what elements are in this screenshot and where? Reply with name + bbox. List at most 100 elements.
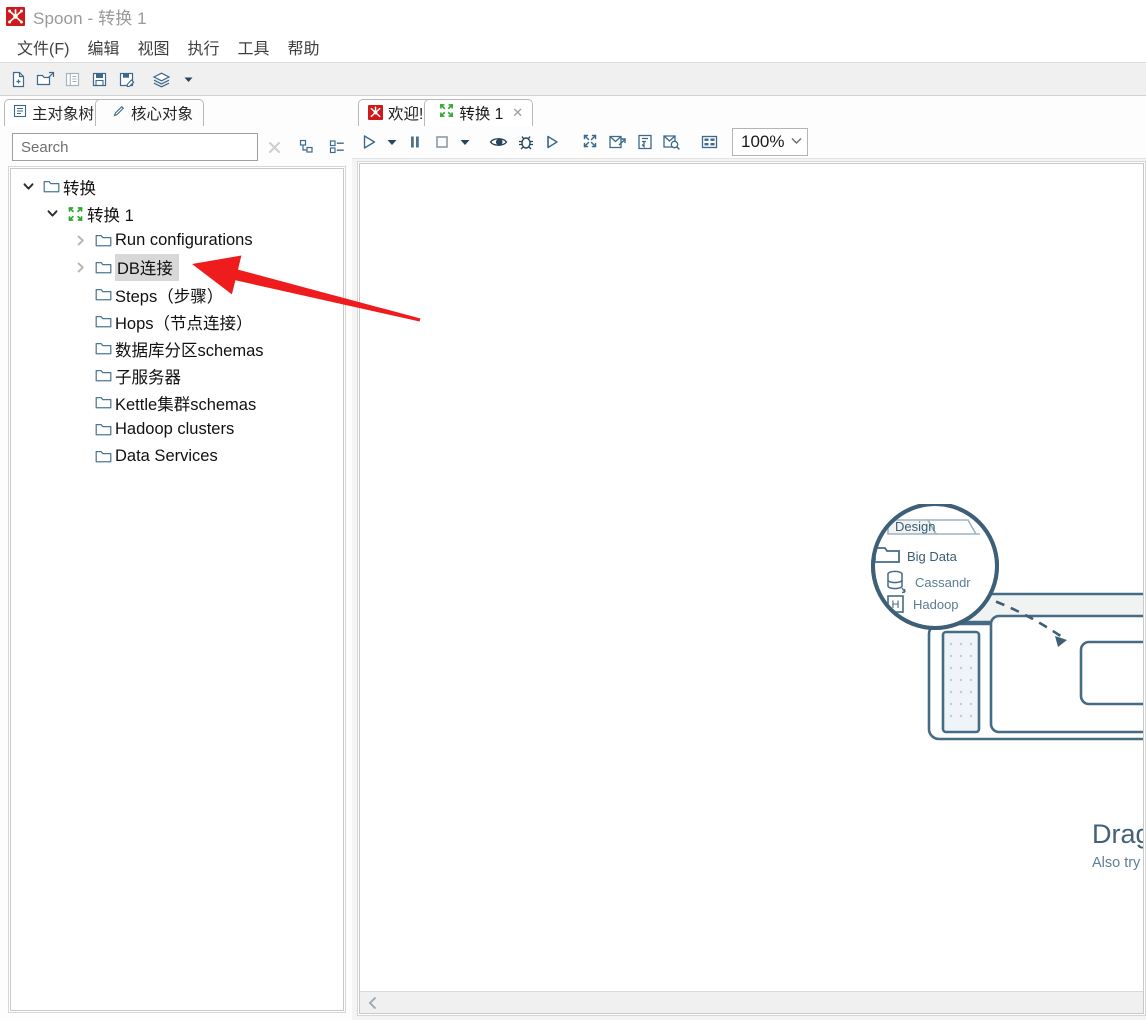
folder-icon: [91, 314, 115, 329]
menu-edit[interactable]: 编辑: [78, 33, 128, 61]
tree-item-label: 转换 1: [87, 206, 134, 225]
window-title-app: Spoon: [33, 8, 83, 28]
debug-icon[interactable]: [513, 130, 538, 155]
stop-dropdown-chevron-down-icon[interactable]: [456, 130, 473, 155]
zoom-level-selector[interactable]: 100%: [732, 128, 809, 156]
folder-icon: [91, 368, 115, 383]
db-explore-icon[interactable]: [659, 130, 684, 155]
run-icon[interactable]: [356, 130, 381, 155]
chevron-down-icon[interactable]: [176, 67, 200, 91]
tree-item[interactable]: Kettle集群schemas: [11, 389, 343, 416]
menu-view[interactable]: 视图: [128, 33, 178, 61]
title-bar: Spoon - 转换 1: [0, 0, 1146, 32]
pencil-icon: [112, 104, 126, 123]
expand-all-icon[interactable]: [298, 138, 316, 156]
search-input-wrapper[interactable]: [12, 133, 258, 161]
sidebar-panel: 主对象树 核心对象 Search 转换 转换 1 Run configurati…: [0, 96, 352, 1020]
tree-item-label: Data Services: [115, 447, 218, 465]
tree-item-label: 转换: [63, 179, 96, 198]
tab-transformation-1[interactable]: 转换 1 ✕: [424, 99, 534, 126]
close-icon[interactable]: ✕: [512, 105, 523, 121]
hop-icon[interactable]: [605, 130, 630, 155]
layers-icon[interactable]: [149, 67, 173, 91]
object-tree[interactable]: 转换转换 1 Run configurations DB连接 Steps（步骤） Hop…: [11, 169, 343, 470]
window-title-document: 转换 1: [98, 8, 147, 28]
editor-tab-strip: 欢迎! 转换 1 ✕: [352, 96, 1146, 126]
svg-text:Hadoop: Hadoop: [913, 597, 959, 612]
tree-item-label: Steps（步骤）: [115, 287, 224, 306]
menu-run[interactable]: 执行: [178, 33, 228, 61]
chevron-down-icon[interactable]: [790, 134, 803, 151]
tree-item[interactable]: 转换: [11, 173, 343, 200]
search-input[interactable]: [19, 137, 251, 157]
chevron-left-icon[interactable]: [360, 996, 386, 1010]
folder-icon: [91, 449, 115, 464]
folder-icon: [91, 395, 115, 410]
grid-icon[interactable]: [697, 130, 722, 155]
tree-control-icons: [298, 138, 346, 156]
spoon-app-icon: [368, 104, 383, 122]
replay-icon[interactable]: [540, 130, 565, 155]
tree-item-label: 子服务器: [115, 368, 181, 387]
folder-icon: [91, 233, 115, 248]
drag-and-drop-hint-text: Drag & D Also try shift: [1092, 819, 1143, 871]
save-as-icon[interactable]: [114, 67, 138, 91]
chevron-right-icon[interactable]: [69, 234, 91, 247]
tab-welcome[interactable]: 欢迎!: [358, 99, 434, 126]
tab-main-object-tree-label: 主对象树: [32, 106, 95, 123]
transformation-icon: [63, 206, 87, 222]
tree-item[interactable]: Run configurations: [11, 227, 343, 254]
tab-main-object-tree[interactable]: 主对象树: [4, 99, 106, 126]
chevron-down-icon[interactable]: [17, 180, 39, 193]
tree-item-label: DB连接: [115, 254, 179, 281]
collapse-all-icon[interactable]: [328, 138, 346, 156]
tree-item[interactable]: Data Services: [11, 443, 343, 470]
tree-item[interactable]: Steps（步骤）: [11, 281, 343, 308]
tree-item[interactable]: 转换 1: [11, 200, 343, 227]
preview-icon[interactable]: [486, 130, 511, 155]
folder-icon: [39, 179, 63, 194]
tree-item[interactable]: Hops（节点连接）: [11, 308, 343, 335]
tree-item[interactable]: 子服务器: [11, 362, 343, 389]
open-file-icon[interactable]: [33, 67, 57, 91]
main-toolbar: [0, 62, 1146, 96]
menu-file[interactable]: 文件(F): [8, 33, 78, 61]
window-title: Spoon - 转换 1: [33, 4, 147, 29]
transformation-canvas[interactable]: Design Big Data Cassandr H Hadoop Dra Al…: [360, 164, 1143, 991]
hint-title: Drag & D: [1091, 819, 1143, 849]
editor-panel: 欢迎! 转换 1 ✕ 100% Design Big Data Cassandr…: [352, 96, 1146, 1020]
canvas-toolbar: 100%: [352, 126, 1146, 159]
tree-item[interactable]: Hadoop clusters: [11, 416, 343, 443]
run-dropdown-chevron-down-icon[interactable]: [383, 130, 400, 155]
chevron-down-icon[interactable]: [41, 207, 63, 220]
stop-icon[interactable]: [429, 130, 454, 155]
sidebar-search-row: [0, 126, 352, 169]
drag-and-drop-hint-graphic: Design Big Data Cassandr H Hadoop: [853, 502, 1143, 838]
pause-icon[interactable]: [402, 130, 427, 155]
transformation-canvas-container: Design Big Data Cassandr H Hadoop Dra Al…: [357, 161, 1146, 1016]
explore-repository-icon[interactable]: [60, 67, 84, 91]
window-title-separator: -: [87, 8, 94, 28]
svg-text:Big Data: Big Data: [907, 549, 958, 564]
sql-icon[interactable]: [632, 130, 657, 155]
chevron-right-icon[interactable]: [69, 261, 91, 274]
tree-item[interactable]: DB连接: [11, 254, 343, 281]
clear-x-icon[interactable]: [258, 140, 290, 155]
new-file-icon[interactable]: [6, 67, 30, 91]
spoon-application-window: Spoon - 转换 1 文件(F) 编辑 视图 执行 工具 帮助 主对象树 核…: [0, 0, 1146, 1020]
zoom-level-value: 100%: [741, 132, 785, 151]
folder-icon: [91, 422, 115, 437]
menu-tools[interactable]: 工具: [228, 33, 278, 61]
save-icon[interactable]: [87, 67, 111, 91]
tree-item[interactable]: 数据库分区schemas: [11, 335, 343, 362]
tab-core-objects[interactable]: 核心对象: [95, 99, 205, 126]
menu-help[interactable]: 帮助: [279, 33, 329, 61]
tree-item-label: Hops（节点连接）: [115, 314, 253, 333]
canvas-horizontal-scrollbar[interactable]: [360, 991, 1143, 1013]
svg-text:Cassandr: Cassandr: [915, 575, 971, 590]
tree-item-label: Run configurations: [115, 231, 253, 249]
sidebar-tab-strip: 主对象树 核心对象: [0, 96, 352, 126]
tree-item-label: Hadoop clusters: [115, 420, 235, 438]
transformation-icon[interactable]: [578, 130, 603, 155]
tab-transformation-1-label: 转换 1: [459, 106, 504, 123]
